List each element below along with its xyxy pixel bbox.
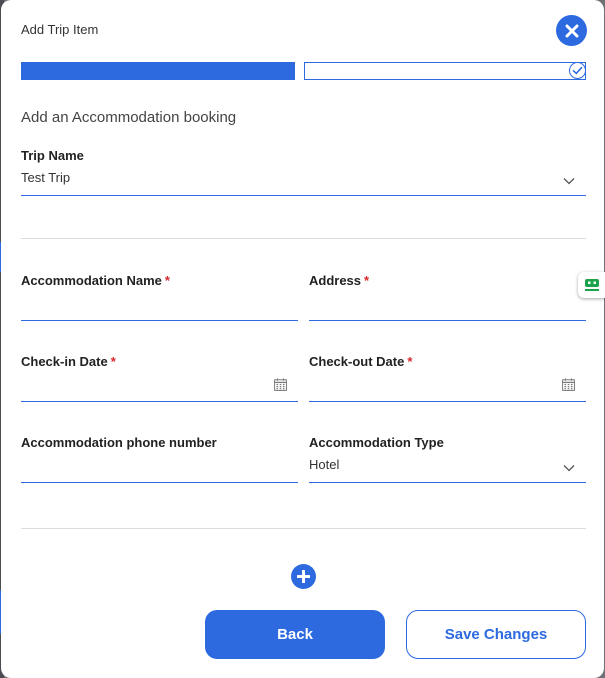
progress-check-icon [569,62,586,79]
add-trip-item-modal: Add Trip Item Add an Accommodation booki… [1,0,604,678]
check-out-underline [309,401,586,402]
phone-label: Accommodation phone number [21,435,217,450]
close-icon [565,24,578,37]
chevron-down-icon [563,178,575,185]
section-divider-bottom [21,528,586,529]
progress-step-1 [21,62,295,80]
check-in-label: Check-in Date * [21,354,116,369]
trip-name-label: Trip Name [21,148,84,163]
plus-icon [297,570,310,583]
accommodation-type-label: Accommodation Type [309,435,444,450]
accommodation-name-label: Accommodation Name * [21,273,170,288]
calendar-icon[interactable] [562,378,575,391]
section-divider [21,238,586,239]
phone-underline [21,482,298,483]
required-marker: * [364,273,370,288]
robot-icon [584,279,599,291]
modal-subtitle: Add an Accommodation booking [21,109,237,126]
accommodation-type-underline [309,482,586,483]
add-item-button[interactable] [291,564,316,589]
address-label: Address * [309,273,370,288]
chevron-down-icon [563,465,575,472]
trip-name-value: Test Trip [21,170,71,185]
accommodation-name-input[interactable] [21,292,298,320]
modal-title: Add Trip Item [21,22,99,37]
progress-step-2 [304,62,586,80]
back-button[interactable]: Back [205,610,385,659]
accommodation-type-value: Hotel [309,457,340,472]
required-marker: * [110,354,116,369]
required-marker: * [407,354,413,369]
address-underline [309,320,586,321]
required-marker: * [164,273,170,288]
trip-name-select[interactable]: Test Trip [21,164,586,196]
address-input[interactable] [309,292,586,320]
check-in-date-input[interactable] [21,372,298,400]
check-out-date-input[interactable] [309,372,586,400]
phone-input[interactable] [21,453,298,481]
close-button[interactable] [556,15,587,46]
save-changes-button[interactable]: Save Changes [406,610,586,659]
accommodation-name-underline [21,320,298,321]
calendar-icon[interactable] [274,378,287,391]
trip-name-underline [21,195,586,196]
check-in-underline [21,401,298,402]
side-widget-tab[interactable] [578,272,605,298]
accommodation-type-select[interactable]: Hotel [309,451,586,481]
check-out-label: Check-out Date * [309,354,413,369]
